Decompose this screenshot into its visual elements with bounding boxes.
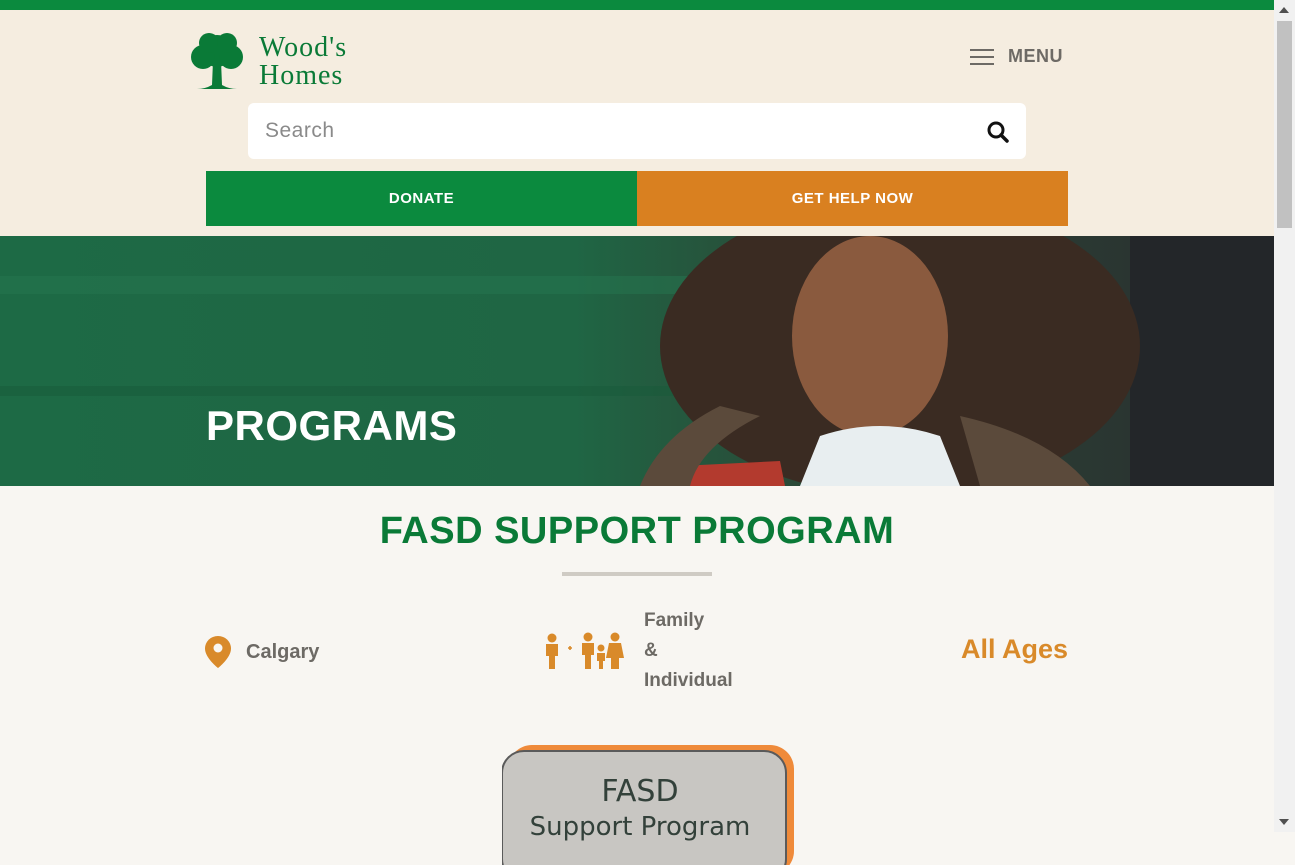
logo-wordmark: Wood's Homes [259,34,347,90]
page-title: PROGRAMS [206,402,458,449]
search-box [248,103,1026,159]
woods-homes-logo[interactable]: Wood's Homes [187,30,377,94]
location-label: Calgary [246,640,320,663]
logo-line-2: Homes [259,60,344,91]
get-help-now-button[interactable]: GET HELP NOW [637,171,1068,226]
audience-line-2: & [644,640,658,661]
menu-label: MENU [1008,46,1063,66]
audience-line-1: Family [644,610,705,631]
hero-image [0,236,1274,486]
search-input[interactable] [248,103,968,159]
scrollbar[interactable] [1274,0,1295,832]
location-pin-icon [205,636,231,668]
hero-banner: PROGRAMS [0,236,1274,486]
program-title: FASD SUPPORT PROGRAM [379,510,895,552]
audience-label: Family & Individual [644,606,733,696]
scroll-down-arrow-icon[interactable] [1279,819,1289,825]
donate-button[interactable]: DONATE [206,171,637,226]
program-image: FASD Support Program [502,745,794,865]
tree-icon [191,33,243,89]
family-icon [546,632,624,669]
scroll-up-arrow-icon[interactable] [1279,7,1289,13]
program-image-text-1: FASD [601,774,678,809]
audience-line-3: Individual [644,670,733,691]
logo-line-1: Wood's [259,32,348,63]
program-image-text-2: Support Program [530,812,751,842]
program-location: Calgary [205,636,319,668]
site-header: Wood's Homes MENU DONATE GET HELP NOW [0,10,1274,236]
menu-button[interactable]: MENU [970,46,1063,67]
hamburger-icon [970,48,994,65]
scrollbar-thumb[interactable] [1277,21,1292,228]
title-divider [562,572,712,576]
search-icon[interactable] [986,120,1010,144]
program-audience: Family & Individual [542,606,733,696]
ages-label: All Ages [960,634,1068,664]
top-accent-bar [0,0,1274,10]
